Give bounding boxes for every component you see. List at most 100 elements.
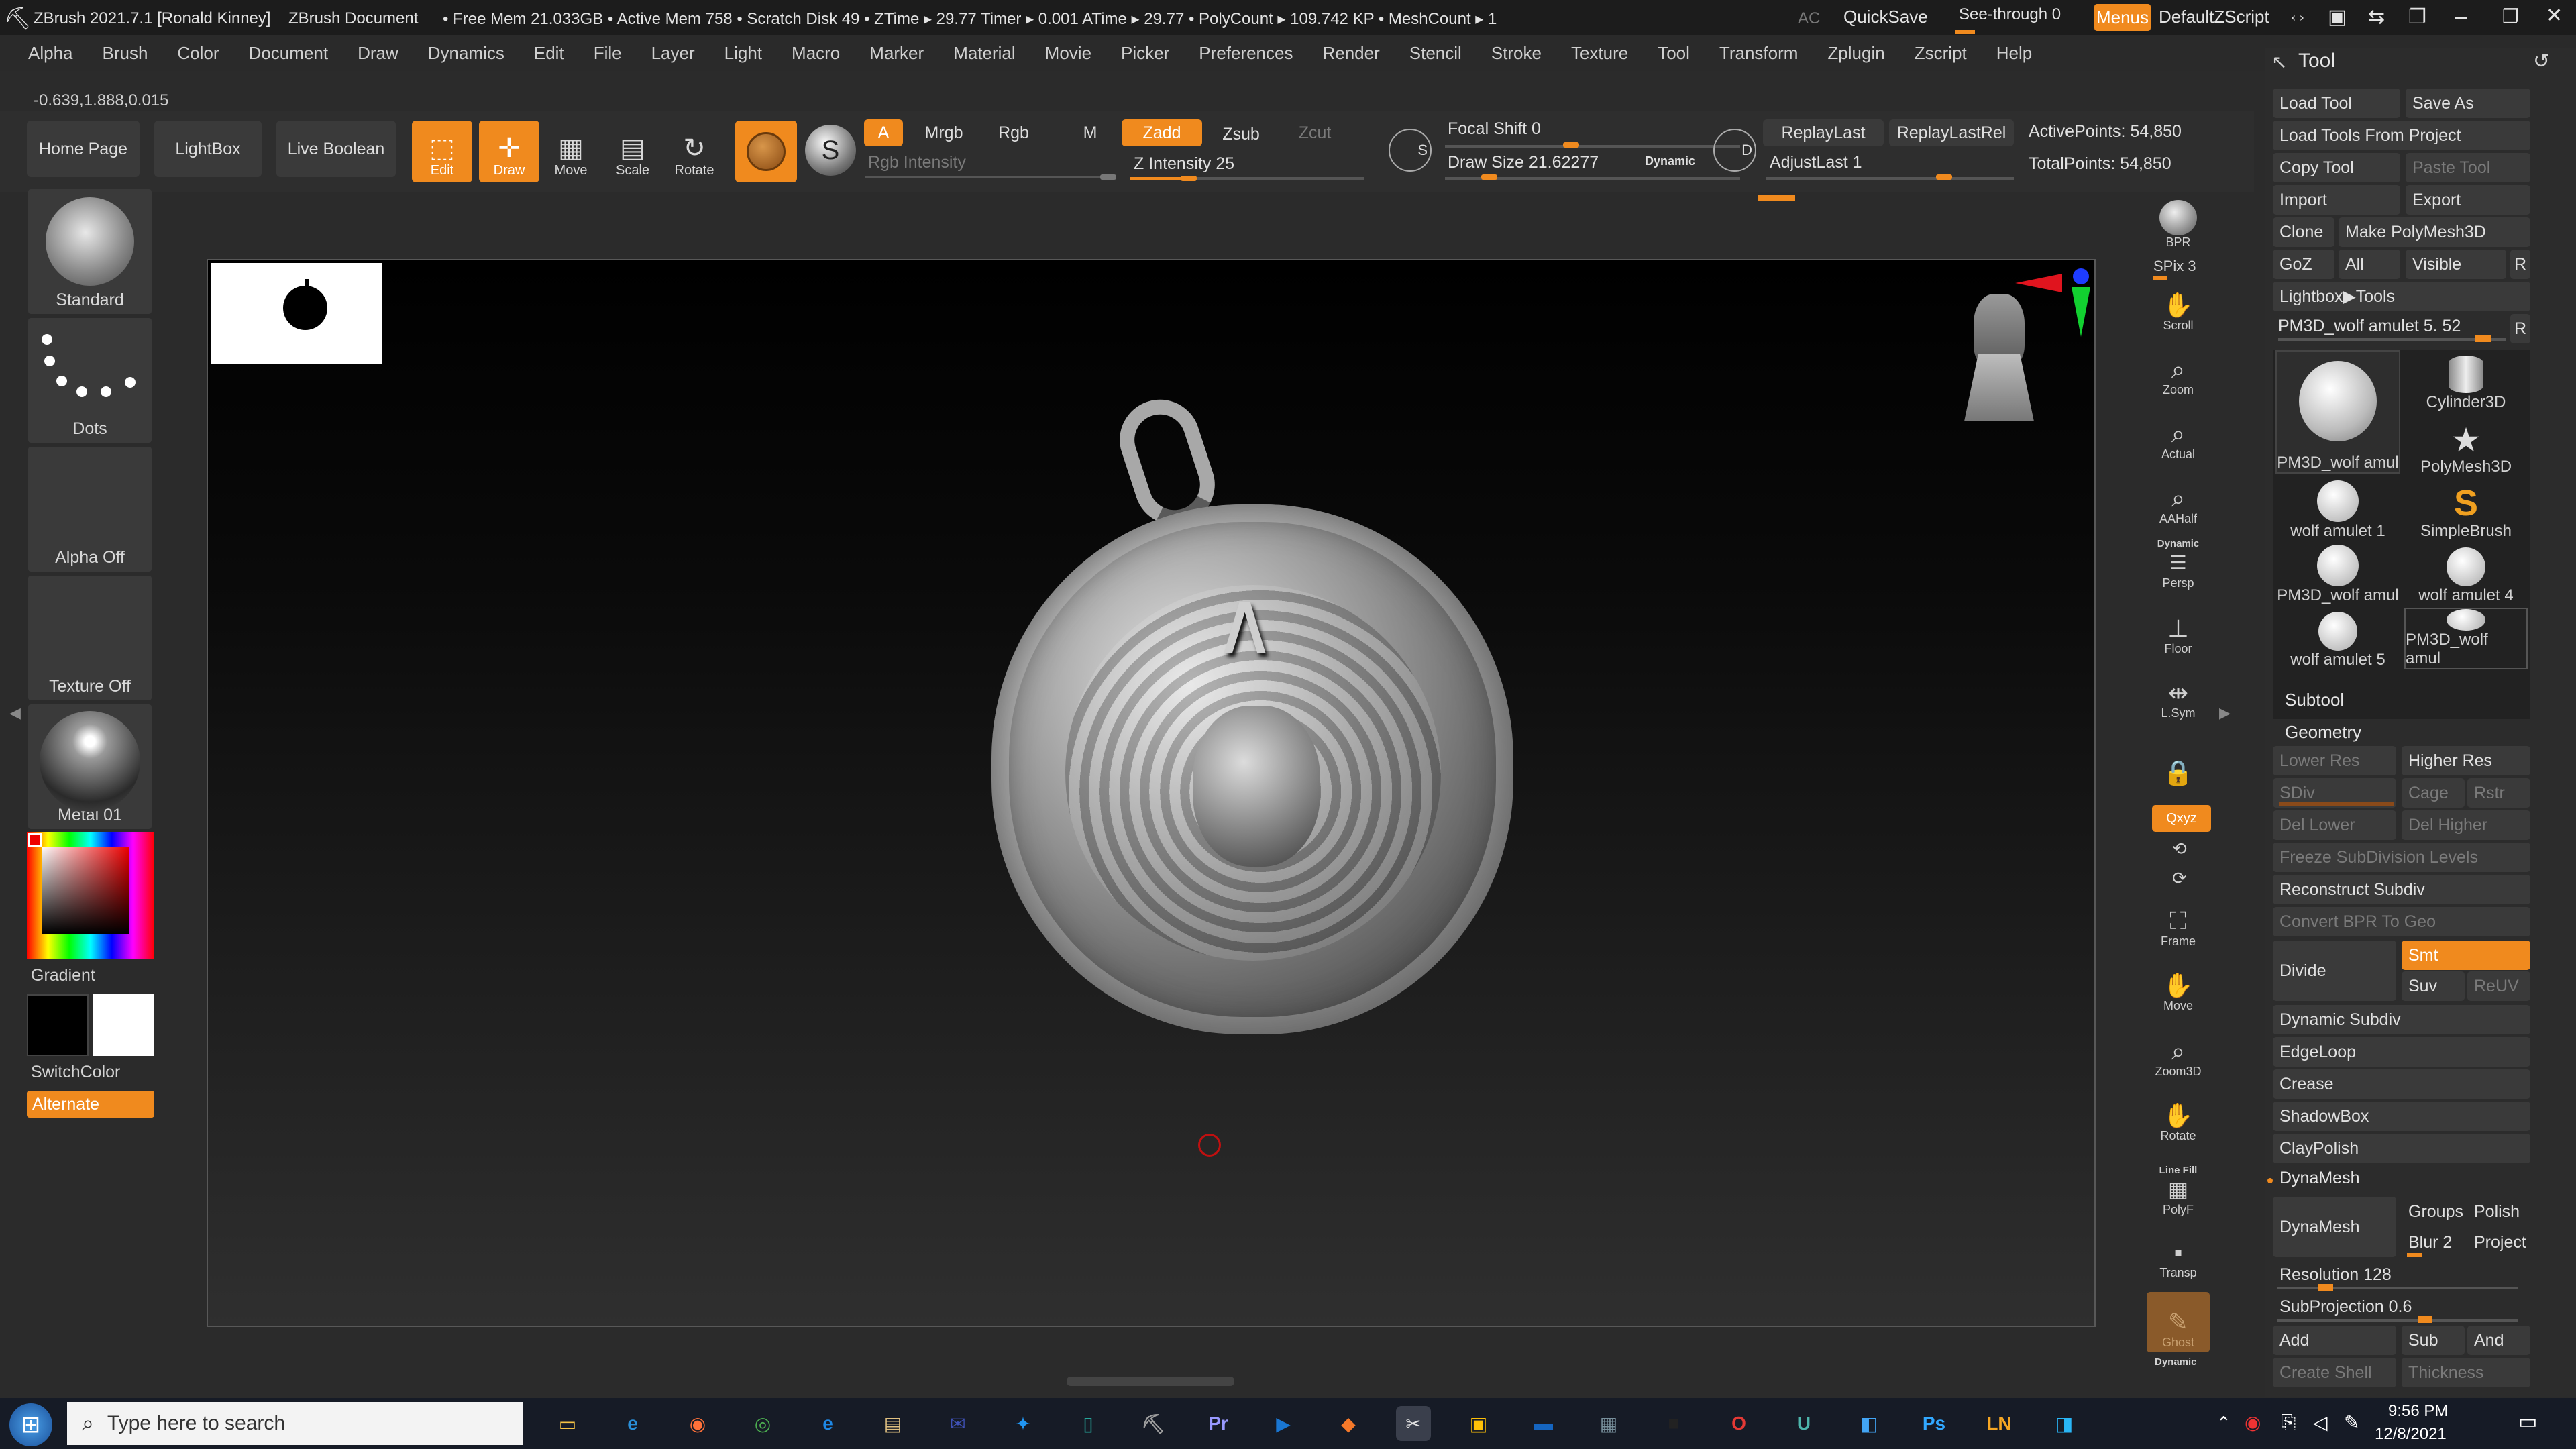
close-icon[interactable]: ✕ xyxy=(2546,4,2563,28)
and-button[interactable]: And xyxy=(2467,1326,2530,1355)
material-selector[interactable]: Metal 01 xyxy=(28,704,152,829)
lightbox-tools-button[interactable]: Lightbox▶Tools xyxy=(2273,282,2530,311)
menu-zscript[interactable]: Zscript xyxy=(1915,43,1967,64)
a-toggle[interactable]: A xyxy=(864,119,903,146)
color-mode-icon[interactable]: S xyxy=(805,125,856,176)
photos-icon[interactable]: ◧ xyxy=(1851,1406,1886,1441)
dynamic-solo-label[interactable]: Dynamic xyxy=(2155,1356,2197,1368)
menu-render[interactable]: Render xyxy=(1322,43,1379,64)
current-tool-slider[interactable]: PM3D_wolf amulet 5. 52 xyxy=(2278,317,2461,336)
gradient-label[interactable]: Gradient xyxy=(31,966,95,985)
reconstruct-subdiv-button[interactable]: Reconstruct Subdiv xyxy=(2273,875,2530,904)
zoom-button[interactable]: ⌕ Zoom xyxy=(2147,347,2210,400)
color-picker[interactable] xyxy=(27,832,154,959)
orientation-head-icon[interactable] xyxy=(1964,294,2034,421)
current-tool-r-button[interactable]: R xyxy=(2510,314,2530,343)
project-toggle[interactable]: Project xyxy=(2467,1228,2530,1257)
pen-icon[interactable]: ✎ xyxy=(2344,1411,2359,1434)
shadowbox-section[interactable]: ShadowBox xyxy=(2273,1102,2530,1131)
menu-help[interactable]: Help xyxy=(1996,43,2032,64)
polish-toggle[interactable]: Polish xyxy=(2467,1197,2530,1226)
app4-icon[interactable]: ▦ xyxy=(1591,1406,1626,1441)
brush-selector[interactable]: Standard xyxy=(28,189,152,314)
alpha-selector[interactable]: Alpha Off xyxy=(28,447,152,572)
ie-icon[interactable]: e xyxy=(810,1406,845,1441)
smt-toggle[interactable]: Smt xyxy=(2402,941,2530,970)
menus-toggle[interactable]: Menus xyxy=(2094,4,2151,31)
menu-alpha[interactable]: Alpha xyxy=(28,43,73,64)
groups-toggle[interactable]: Groups xyxy=(2402,1197,2465,1226)
replay-last-rel-button[interactable]: ReplayLastRel xyxy=(1889,119,2014,146)
ln-icon[interactable]: LN xyxy=(1982,1406,2017,1441)
default-zscript[interactable]: DefaultZScript xyxy=(2159,7,2269,28)
load-tools-from-project-button[interactable]: Load Tools From Project xyxy=(2273,121,2530,150)
clock-date[interactable]: 12/8/2021 xyxy=(2375,1425,2447,1444)
dynamesh-button[interactable]: DynaMesh xyxy=(2273,1197,2396,1257)
adjust-last-slider[interactable] xyxy=(1766,177,2014,180)
reuv-toggle[interactable]: ReUV xyxy=(2467,971,2530,1001)
tool-thumb-wolf-amulet-5[interactable]: wolf amulet 5 xyxy=(2275,608,2400,669)
menu-light[interactable]: Light xyxy=(724,43,762,64)
lightbox-button[interactable]: LightBox xyxy=(154,121,262,177)
rotate-y-icon[interactable]: ⟲ xyxy=(2172,839,2187,859)
mrgb-toggle[interactable]: Mrgb xyxy=(907,119,981,146)
canvas-viewport[interactable]: ∧ xyxy=(207,259,2096,1327)
menu-stencil[interactable]: Stencil xyxy=(1409,43,1462,64)
left-collapse-icon[interactable]: ◀ xyxy=(9,704,21,722)
app2-icon[interactable]: ▣ xyxy=(1461,1406,1496,1441)
goz-visible-button[interactable]: Visible xyxy=(2406,250,2506,279)
tool-thumb-wolf-amulet-4[interactable]: wolf amulet 4 xyxy=(2404,543,2528,605)
opera-icon[interactable]: O xyxy=(1721,1406,1756,1441)
tool-thumb-cylinder3d[interactable]: Cylinder3D xyxy=(2404,350,2528,412)
menu-draw[interactable]: Draw xyxy=(358,43,398,64)
coin-pendant-model[interactable]: ∧ xyxy=(991,504,1513,1034)
resolution-slider[interactable]: Resolution 128 xyxy=(2273,1260,2530,1289)
freeze-subdivision-button[interactable]: Freeze SubDivision Levels xyxy=(2273,843,2530,872)
tool-thumb-pm3d-wolf-2[interactable]: PM3D_wolf amul xyxy=(2275,543,2400,605)
clone-button[interactable]: Clone xyxy=(2273,217,2334,247)
quicksave-button[interactable]: QuickSave xyxy=(1843,7,1928,28)
scale-button[interactable]: ▤ Scale xyxy=(602,121,663,182)
edgeloop-section[interactable]: EdgeLoop xyxy=(2273,1037,2530,1067)
resolution-knob[interactable] xyxy=(2318,1284,2333,1291)
polyf-button[interactable]: Line Fill ▦ PolyF xyxy=(2147,1158,2210,1220)
z-intensity-knob[interactable] xyxy=(1181,176,1197,181)
menu-brush[interactable]: Brush xyxy=(103,43,148,64)
zoom3d-button[interactable]: ⌕ Zoom3D xyxy=(2147,1029,2210,1081)
main-color-swatch[interactable] xyxy=(93,994,154,1056)
palette-dock-icon[interactable]: ↺ xyxy=(2533,50,2550,73)
zbrush-icon[interactable]: ✂ xyxy=(1396,1406,1431,1441)
claypolish-section[interactable]: ClayPolish xyxy=(2273,1134,2530,1163)
crease-section[interactable]: Crease xyxy=(2273,1069,2530,1099)
rotate-button[interactable]: ↻ Rotate xyxy=(664,121,724,182)
bottom-tray-handle[interactable] xyxy=(1067,1377,1234,1386)
seethrough-slider[interactable]: See-through 0 xyxy=(1959,5,2061,24)
suv-toggle[interactable]: Suv xyxy=(2402,971,2465,1001)
zcut-toggle[interactable]: Zcut xyxy=(1281,119,1348,146)
switch-color-button[interactable]: SwitchColor xyxy=(31,1063,120,1082)
del-lower-button[interactable]: Del Lower xyxy=(2273,810,2396,840)
make-polymesh-button[interactable]: Make PolyMesh3D xyxy=(2339,217,2530,247)
transp-button[interactable]: ▪ Transp xyxy=(2147,1230,2210,1283)
divide-button[interactable]: Divide xyxy=(2273,941,2396,1001)
subtool-section[interactable]: Subtool xyxy=(2285,690,2344,710)
actual-button[interactable]: ⌕ Actual xyxy=(2147,412,2210,464)
app-icon[interactable]: ✦ xyxy=(1006,1406,1040,1441)
home-page-button[interactable]: Home Page xyxy=(27,121,140,177)
minimize-icon[interactable]: – xyxy=(2455,4,2467,29)
notes-icon[interactable]: ▯ xyxy=(1071,1406,1106,1441)
add-button[interactable]: Add xyxy=(2273,1326,2396,1355)
app5-icon[interactable]: ■ xyxy=(1656,1406,1691,1441)
current-tool-knob[interactable] xyxy=(2475,335,2491,342)
higher-res-button[interactable]: Higher Res xyxy=(2402,746,2530,775)
symmetry-d-icon[interactable]: D xyxy=(1713,129,1756,172)
rotate-view-button[interactable]: ✋ Rotate xyxy=(2147,1093,2210,1146)
rstr-button[interactable]: Rstr xyxy=(2467,778,2530,808)
convert-bpr-button[interactable]: Convert BPR To Geo xyxy=(2273,907,2530,936)
zbrush-tray-icon[interactable]: ⛏ xyxy=(1136,1406,1171,1441)
texture-selector[interactable]: Texture Off xyxy=(28,576,152,700)
notification-icon[interactable]: ▭ xyxy=(2518,1410,2537,1434)
floor-button[interactable]: ⊥ Floor xyxy=(2147,606,2210,659)
media-icon[interactable]: ▶ xyxy=(1266,1406,1301,1441)
premiere-icon[interactable]: Pr xyxy=(1201,1406,1236,1441)
